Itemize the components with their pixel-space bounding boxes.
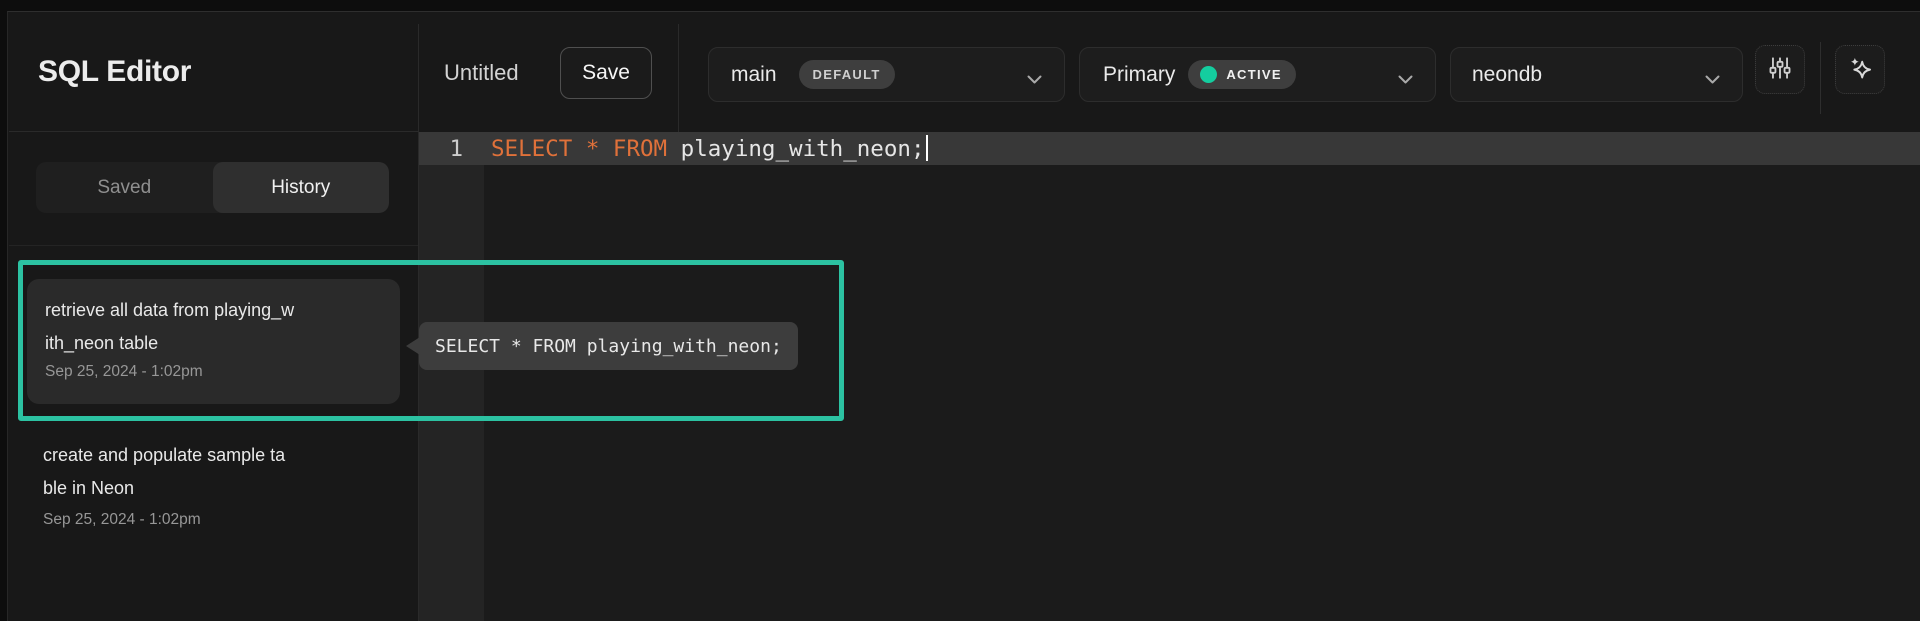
line-number-gutter (419, 132, 484, 621)
sql-identifier: playing_with_neon; (667, 136, 924, 162)
sliders-icon (1767, 55, 1793, 84)
history-item-timestamp: Sep 25, 2024 - 1:02pm (45, 363, 382, 381)
compute-name: Primary (1103, 63, 1175, 87)
icon-group-divider (1820, 42, 1821, 114)
branch-default-badge: DEFAULT (799, 60, 895, 89)
chevron-down-icon (1398, 71, 1413, 89)
history-item[interactable]: retrieve all data from playing_with_neon… (27, 279, 400, 404)
active-status-dot-icon (1200, 66, 1217, 83)
chevron-down-icon (1027, 71, 1042, 89)
query-preview-tooltip: SELECT * FROM playing_with_neon; (419, 322, 798, 370)
sql-editor-pane[interactable]: 1 SELECT * FROM playing_with_neon; (419, 132, 1920, 621)
sidebar-tabs-divider (9, 245, 418, 246)
branch-name: main (731, 63, 777, 87)
database-select[interactable]: neondb (1450, 47, 1743, 102)
save-button[interactable]: Save (560, 47, 652, 99)
code-line: SELECT * FROM playing_with_neon; (491, 135, 928, 162)
editor-settings-button[interactable] (1755, 45, 1805, 94)
topbar-divider (678, 24, 679, 142)
sidebar-tab-group: Saved History (36, 162, 389, 213)
database-name: neondb (1472, 63, 1542, 87)
ai-assist-button[interactable] (1835, 45, 1885, 94)
text-caret (926, 135, 929, 161)
history-item-title: retrieve all data from playing_with_neon… (45, 294, 297, 360)
history-item-timestamp: Sep 25, 2024 - 1:02pm (43, 511, 363, 529)
history-item-title: create and populate sample table in Neon (43, 439, 295, 505)
sidebar-header-divider (9, 131, 418, 132)
tab-saved[interactable]: Saved (36, 162, 213, 213)
chevron-down-icon (1705, 71, 1720, 89)
tooltip-query-text: SELECT * FROM playing_with_neon; (435, 336, 782, 357)
page-title: SQL Editor (38, 55, 191, 89)
query-title[interactable]: Untitled (444, 60, 519, 86)
compute-select[interactable]: Primary ACTIVE (1079, 47, 1436, 102)
tooltip-arrow (406, 337, 420, 355)
compute-active-badge: ACTIVE (1188, 60, 1295, 89)
branch-select[interactable]: main DEFAULT (708, 47, 1065, 102)
tab-history[interactable]: History (213, 162, 390, 213)
history-item[interactable]: create and populate sample table in Neon… (43, 439, 363, 529)
sql-editor-page: SQL Editor Saved History retrieve all da… (0, 0, 1920, 621)
compute-active-label: ACTIVE (1226, 67, 1281, 82)
sql-keywords: SELECT * FROM (491, 136, 667, 162)
line-number: 1 (419, 136, 463, 162)
sparkle-icon (1847, 55, 1874, 85)
editor-active-line[interactable]: 1 SELECT * FROM playing_with_neon; (419, 132, 1920, 165)
app-frame: SQL Editor Saved History retrieve all da… (7, 11, 1920, 621)
